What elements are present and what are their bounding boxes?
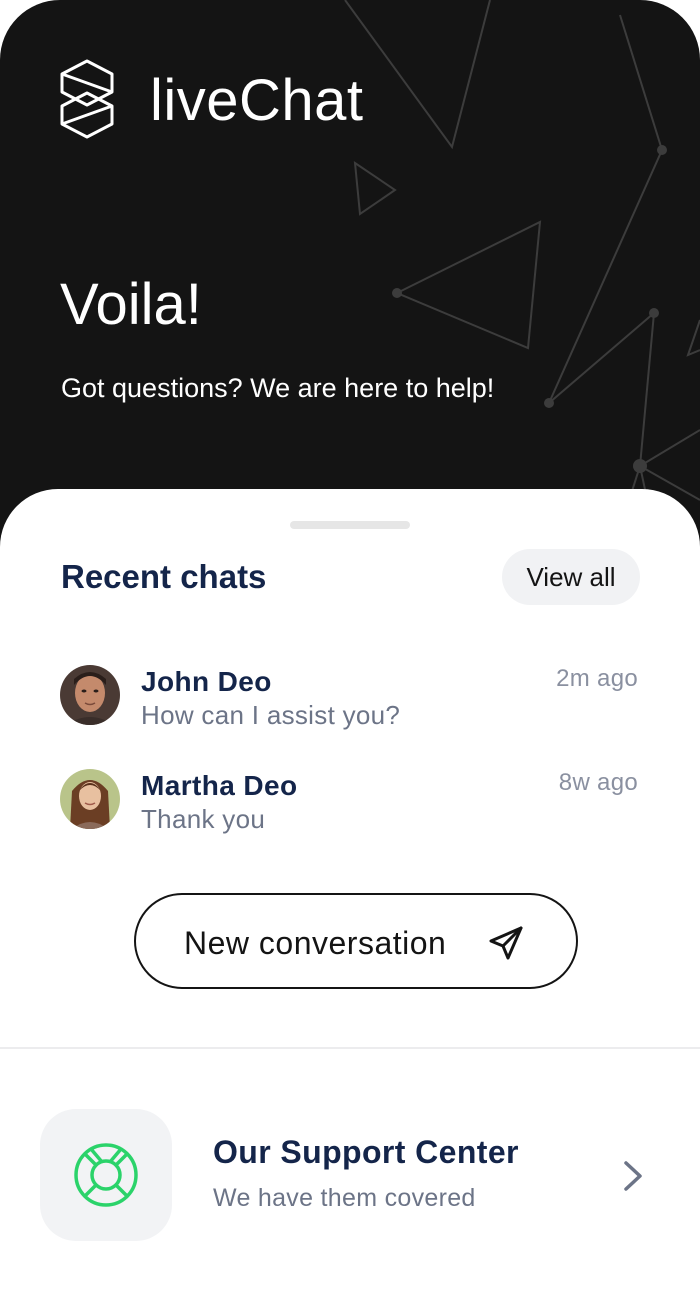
app-name: liveChat — [150, 68, 364, 133]
chat-list-item[interactable]: John Deo How can I assist you? 2m ago — [0, 665, 700, 745]
chat-contact-name: John Deo — [141, 666, 272, 697]
support-title: Our Support Center — [213, 1134, 519, 1170]
new-conversation-button[interactable]: New conversation — [134, 893, 578, 989]
chat-timestamp: 8w ago — [558, 769, 638, 796]
greeting-subtitle: Got questions? We are here to help! — [61, 373, 495, 403]
female-avatar-icon — [60, 769, 120, 829]
male-avatar-icon — [60, 665, 120, 725]
chat-last-message: Thank you — [141, 804, 266, 834]
section-divider — [0, 1047, 700, 1049]
support-subtitle: We have them covered — [213, 1184, 476, 1212]
hero-header: liveChat Voila! Got questions? We are he… — [0, 0, 700, 560]
chat-last-message: How can I assist you? — [141, 700, 401, 730]
chat-list-item[interactable]: Martha Deo Thank you 8w ago — [0, 769, 700, 849]
avatar — [60, 665, 120, 725]
lifebuoy-icon — [74, 1143, 138, 1207]
send-icon — [489, 926, 523, 960]
greeting-title: Voila! — [60, 272, 202, 337]
support-icon-container — [40, 1109, 172, 1241]
sheet-drag-handle[interactable] — [290, 521, 410, 529]
chevron-right-icon — [624, 1161, 642, 1191]
recent-chats-heading: Recent chats — [61, 558, 267, 595]
avatar — [60, 769, 120, 829]
new-conversation-label: New conversation — [184, 925, 447, 961]
bottom-sheet: Recent chats View all John Deo How can I… — [0, 489, 700, 1299]
chat-timestamp: 2m ago — [556, 665, 638, 692]
support-center-link[interactable]: Our Support Center We have them covered — [0, 1109, 700, 1241]
livechat-logo-icon — [60, 59, 114, 139]
view-all-button[interactable]: View all — [502, 549, 640, 605]
chat-contact-name: Martha Deo — [141, 770, 298, 801]
